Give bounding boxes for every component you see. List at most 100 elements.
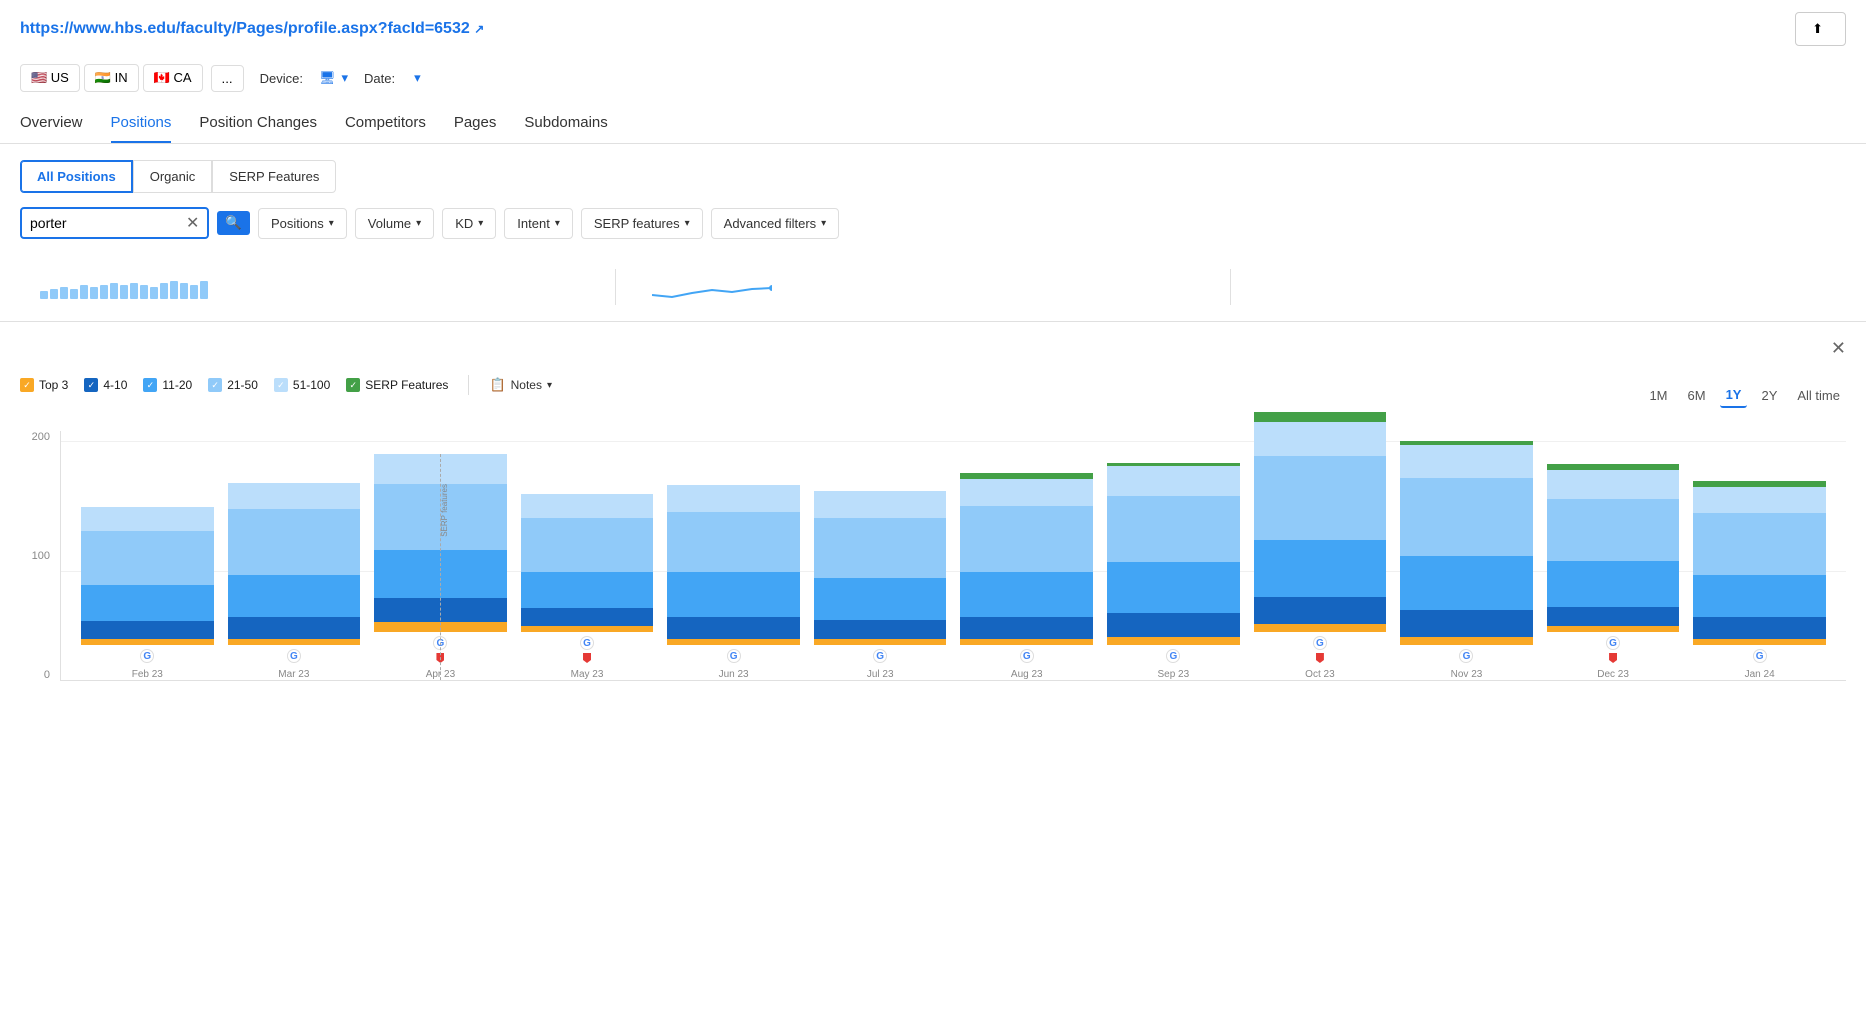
mini-bar	[110, 283, 118, 299]
legend-item-21-50[interactable]: ✓ 21-50	[208, 378, 258, 392]
serp-features-label: SERP features	[440, 484, 449, 537]
bar-segment-pos1120	[228, 575, 361, 617]
legend-item-top-3[interactable]: ✓ Top 3	[20, 378, 68, 392]
export-pdf-button[interactable]: ⬆	[1795, 12, 1846, 46]
mini-bar	[150, 287, 158, 299]
sub-tab-serp-features[interactable]: SERP Features	[212, 160, 336, 193]
bar-segment-pos2150	[1547, 499, 1680, 561]
bar-group-dec-23: G Dec 23	[1547, 464, 1680, 680]
google-icon: G	[140, 649, 154, 663]
bar-segment-top3	[81, 639, 214, 645]
red-flag-marker	[583, 653, 591, 663]
keywords-stat	[20, 269, 616, 305]
country-bar: 🇺🇸 US🇮🇳 IN🇨🇦 CA ... Device: 🖥 ▾ Date: ▾	[0, 58, 1866, 104]
main-tab-subdomains[interactable]: Subdomains	[524, 104, 607, 143]
bar-group-jul-23: GJul 23	[814, 491, 947, 680]
more-countries-button[interactable]: ...	[211, 65, 244, 92]
bar-segment-pos410	[521, 608, 654, 626]
mini-bar	[120, 285, 128, 299]
main-tab-pages[interactable]: Pages	[454, 104, 497, 143]
date-selector[interactable]: ▾	[411, 70, 421, 86]
clear-search-button[interactable]: ✕	[186, 213, 199, 233]
bar-segment-pos51100	[814, 491, 947, 517]
y-axis: 200 100 0	[20, 431, 55, 681]
red-flag-marker	[1609, 653, 1617, 663]
filter-kd-button[interactable]: KD ▾	[442, 208, 496, 239]
bar-segment-top3	[1107, 637, 1240, 645]
main-tabs: Overview Positions Position Changes Competi…	[0, 104, 1866, 144]
sub-tab-organic[interactable]: Organic	[133, 160, 213, 193]
legend-item-51-100[interactable]: ✓ 51-100	[274, 378, 330, 392]
bar-month-label: Jan 24	[1745, 669, 1775, 680]
mini-bar	[50, 289, 58, 299]
bar-segment-pos410	[81, 621, 214, 639]
time-range-6m[interactable]: 6M	[1682, 384, 1712, 407]
filter-advanced-filters-button[interactable]: Advanced filters ▾	[711, 208, 840, 239]
y-label-200: 200	[32, 431, 50, 443]
bar-segment-pos2150	[667, 512, 800, 572]
google-icon: G	[580, 636, 594, 650]
bar-segment-pos2150	[960, 506, 1093, 572]
bar-segment-pos410	[1400, 610, 1533, 636]
bar-segment-pos410	[1107, 613, 1240, 637]
google-icon: G	[1020, 649, 1034, 663]
country-button-in[interactable]: 🇮🇳 IN	[84, 64, 139, 92]
bar-month-label: Jul 23	[867, 669, 894, 680]
time-range-2y[interactable]: 2Y	[1755, 384, 1783, 407]
search-submit-button[interactable]: 🔍	[217, 211, 250, 235]
page-url-link[interactable]: https://www.hbs.edu/faculty/Pages/profil…	[20, 20, 470, 37]
filter-intent-button[interactable]: Intent ▾	[504, 208, 573, 239]
bar-segment-top3	[960, 639, 1093, 645]
chart-close-button[interactable]: ✕	[1831, 338, 1846, 359]
device-selector[interactable]: 🖥 ▾	[319, 70, 348, 86]
bar-segment-pos51100	[960, 479, 1093, 505]
time-range-all-time[interactable]: All time	[1791, 384, 1846, 407]
filter-volume-button[interactable]: Volume ▾	[355, 208, 434, 239]
bar-segment-pos410	[1547, 607, 1680, 626]
bar-segment-pos1120	[1547, 561, 1680, 607]
mini-bar	[180, 283, 188, 299]
main-tab-competitors[interactable]: Competitors	[345, 104, 426, 143]
time-range-1m[interactable]: 1M	[1643, 384, 1673, 407]
filter-serp-features-button[interactable]: SERP features ▾	[581, 208, 703, 239]
main-tab-overview[interactable]: Overview	[20, 104, 83, 143]
bar-group-nov-23: GNov 23	[1400, 441, 1533, 680]
bar-group-apr-23: SERP featuresGApr 23	[374, 454, 507, 680]
legend-item-11-20[interactable]: ✓ 11-20	[143, 378, 192, 392]
search-input[interactable]	[30, 215, 180, 231]
legend-item-4-10[interactable]: ✓ 4-10	[84, 378, 127, 392]
bar-segment-pos2150	[1693, 513, 1826, 575]
bar-segment-top3	[1547, 626, 1680, 632]
country-button-us[interactable]: 🇺🇸 US	[20, 64, 80, 92]
google-icon: G	[1606, 636, 1620, 650]
bar-segment-pos1120	[1400, 556, 1533, 610]
traffic-cost-stat	[1231, 269, 1846, 305]
main-tab-position-changes[interactable]: Position Changes	[199, 104, 317, 143]
bar-month-label: Mar 23	[278, 669, 309, 680]
bar-month-label: May 23	[571, 669, 604, 680]
time-range-selector: 1M 6M 1Y 2Y All time	[1643, 383, 1846, 408]
google-icon: G	[1459, 649, 1473, 663]
sub-tab-all-positions[interactable]: All Positions	[20, 160, 133, 193]
notes-button[interactable]: 📋 Notes ▾	[489, 377, 552, 393]
filter-positions-button[interactable]: Positions ▾	[258, 208, 347, 239]
main-tab-positions[interactable]: Positions	[111, 104, 172, 143]
sub-tabs: All PositionsOrganicSERP Features	[0, 144, 1866, 193]
mini-bar	[100, 285, 108, 299]
bar-segment-pos1120	[521, 572, 654, 608]
mini-bar	[60, 287, 68, 299]
country-button-ca[interactable]: 🇨🇦 CA	[143, 64, 203, 92]
traffic-value-row	[636, 275, 1211, 305]
legend-item-serp-features[interactable]: ✓ SERP Features	[346, 378, 448, 392]
bar-segment-pos51100	[1254, 422, 1387, 456]
mini-bar	[140, 285, 148, 299]
bar-group-mar-23: GMar 23	[228, 483, 361, 680]
bar-group-aug-23: GAug 23	[960, 473, 1093, 680]
time-range-1y[interactable]: 1Y	[1720, 383, 1748, 408]
google-icon: G	[1166, 649, 1180, 663]
bar-segment-pos410	[667, 617, 800, 639]
mini-bar	[90, 287, 98, 299]
filter-row: ✕ 🔍 Positions ▾ Volume ▾ KD ▾ Intent ▾ SERP …	[0, 193, 1866, 253]
bar-segment-pos2150	[81, 531, 214, 585]
bar-month-label: Dec 23	[1597, 669, 1629, 680]
